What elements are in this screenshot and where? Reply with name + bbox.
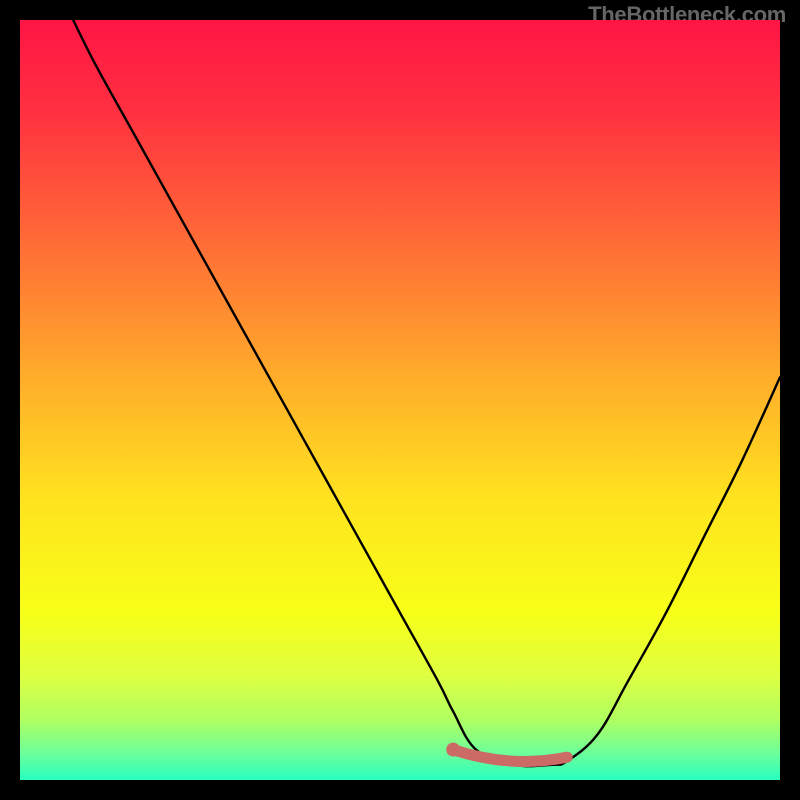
background-gradient — [20, 20, 780, 780]
chart-frame: TheBottleneck.com — [0, 0, 800, 800]
plot-area — [20, 20, 780, 780]
